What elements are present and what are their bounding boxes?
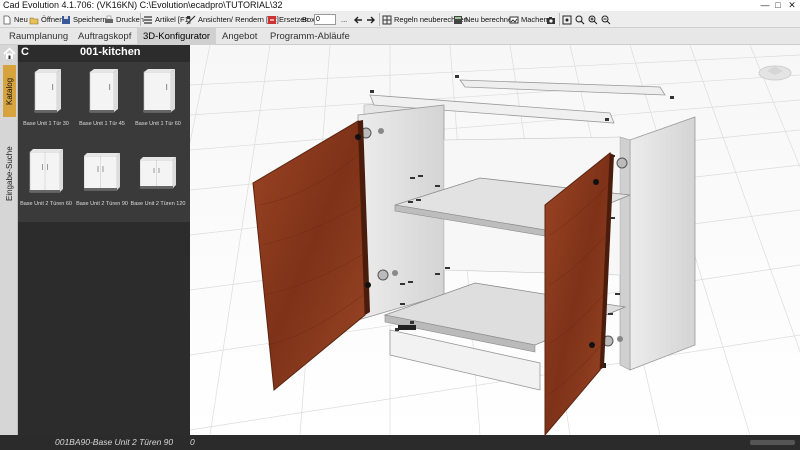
folder-icon (29, 17, 39, 24)
status-article: 001BA90-Base Unit 2 Türen 90 (55, 437, 174, 447)
new-label: Neu (14, 15, 28, 24)
catalog-item-label: Base Unit 1 Tür 30 (23, 121, 69, 127)
print-button[interactable]: Drucken (104, 13, 144, 26)
catalog-letter: C (21, 46, 29, 58)
new-file-icon (3, 15, 11, 24)
save-label: Speichern (73, 15, 107, 24)
forward-button[interactable] (366, 13, 378, 26)
side-tab-katalog[interactable]: Katalog (3, 65, 16, 117)
printer-icon (105, 15, 113, 23)
close-button[interactable]: ✕ (787, 0, 797, 10)
toolbar: Neu Öffnen Speichern Drucken Artikel [F1… (0, 11, 800, 28)
zoom-out-icon (601, 15, 611, 24)
tab-raumplanung[interactable]: Raumplanung (3, 28, 74, 45)
catalog-item[interactable]: Base Unit 1 Tür 45 (74, 62, 130, 140)
cabinet-2-doors-icon (140, 157, 176, 189)
grid-icon (382, 15, 392, 24)
toolbar-divider (559, 13, 560, 26)
main-tabs: Raumplanung Auftragskopf 3D-Konfigurator… (0, 28, 800, 45)
zoom-fit-icon (575, 15, 585, 24)
catalog-item-label: Base Unit 2 Türen 90 (76, 201, 128, 207)
home-icon[interactable] (3, 47, 16, 60)
tab-angebot[interactable]: Angebot (216, 28, 263, 45)
catalog-grid: Base Unit 1 Tür 30 Base Unit 1 Tür 45 Ba… (18, 62, 190, 222)
catalog-item[interactable]: Base Unit 2 Türen 120 (130, 142, 186, 220)
catalog-item-label: Base Unit 1 Tür 45 (79, 121, 125, 127)
back-button[interactable] (353, 13, 365, 26)
screen-button[interactable] (562, 13, 574, 26)
box-input[interactable]: 0 (314, 14, 336, 25)
toolbar-divider (379, 13, 380, 26)
zoom-in-icon (588, 15, 598, 24)
tab-programm-ablaeufe[interactable]: Programm-Abläufe (264, 28, 356, 45)
box-label-text: Box (302, 15, 315, 24)
cabinet-1-door-icon (34, 69, 61, 113)
cabinet-1-door-icon (89, 69, 118, 113)
status-bar: 001BA90-Base Unit 2 Türen 90 0 (0, 435, 800, 450)
catalog-item[interactable]: Base Unit 2 Türen 90 (74, 142, 130, 220)
calculator-icon (454, 15, 462, 24)
save-icon (62, 15, 70, 24)
camera-icon (547, 16, 555, 24)
tab-auftragskopf[interactable]: Auftragskopf (72, 28, 137, 45)
arrow-left-icon (354, 16, 362, 23)
cabinet-1-door-icon (143, 69, 175, 113)
catalog-item-label: Base Unit 2 Türen 120 (130, 201, 186, 207)
right-side-panel (629, 116, 696, 371)
box-more-label: ... (341, 15, 348, 24)
left-door-hinge-cup (355, 134, 361, 140)
cabinet-2-doors-icon (84, 153, 120, 191)
view-cube[interactable] (758, 65, 792, 81)
maximize-button[interactable]: □ (773, 0, 783, 10)
side-tab-strip: Katalog Eingabe-Suche (0, 45, 18, 435)
article-button[interactable]: Artikel [F1] (143, 13, 191, 26)
recalculate-button[interactable]: Neu berechnen (453, 13, 516, 26)
catalog-header: C 001-kitchen (0, 45, 190, 62)
list-icon (144, 15, 152, 24)
make-label: Machen (521, 15, 548, 24)
zoom-slider[interactable] (750, 440, 795, 445)
catalog-item[interactable]: Base Unit 2 Türen 60 (18, 142, 74, 220)
tab-3d-konfigurator[interactable]: 3D-Konfigurator (137, 28, 217, 45)
camera-button[interactable] (546, 13, 558, 26)
open-button[interactable]: Öffnen (29, 13, 63, 26)
title-bar: Cad Evolution 4.1.706: (VK16KN) C:\Evolu… (0, 0, 800, 11)
make-button[interactable]: Machen (509, 13, 548, 26)
right-side-edge (619, 136, 631, 371)
box-more-button[interactable]: ... (341, 13, 347, 26)
3d-viewport[interactable] (190, 45, 800, 435)
right-door-hinge-cup (589, 342, 595, 348)
zoom-fit-button[interactable] (575, 13, 587, 26)
status-number: 0 (190, 437, 195, 447)
catalog-item-label: Base Unit 1 Tür 60 (135, 121, 181, 127)
cabinet-2-doors-icon (29, 149, 63, 193)
new-button[interactable]: Neu (2, 13, 28, 26)
screen-icon (562, 15, 572, 24)
toolbar-divider (140, 13, 141, 26)
window-title: Cad Evolution 4.1.706: (VK16KN) C:\Evolu… (3, 0, 283, 10)
left-door-hinge-cup (365, 282, 371, 288)
box-label: Box (302, 13, 315, 26)
side-tab-eingabe-suche[interactable]: Eingabe-Suche (3, 123, 16, 225)
catalog-item[interactable]: Base Unit 1 Tür 60 (130, 62, 186, 140)
catalog-title: 001-kitchen (80, 46, 141, 58)
3d-scene[interactable] (190, 45, 800, 435)
save-button[interactable]: Speichern (61, 13, 107, 26)
zoom-out-button[interactable] (601, 13, 613, 26)
arrow-right-icon (367, 16, 375, 23)
replace-icon (268, 15, 276, 24)
catalog-item[interactable]: Base Unit 1 Tür 30 (18, 62, 74, 140)
render-icon (186, 15, 196, 24)
zoom-in-button[interactable] (588, 13, 600, 26)
image-icon (509, 16, 519, 23)
right-door-hinge-cup (593, 179, 599, 185)
views-render-button[interactable]: Ansichten/ Rendern [F2] (186, 13, 279, 26)
minimize-button[interactable]: — (760, 0, 770, 10)
catalog-item-label: Base Unit 2 Türen 60 (20, 201, 72, 207)
